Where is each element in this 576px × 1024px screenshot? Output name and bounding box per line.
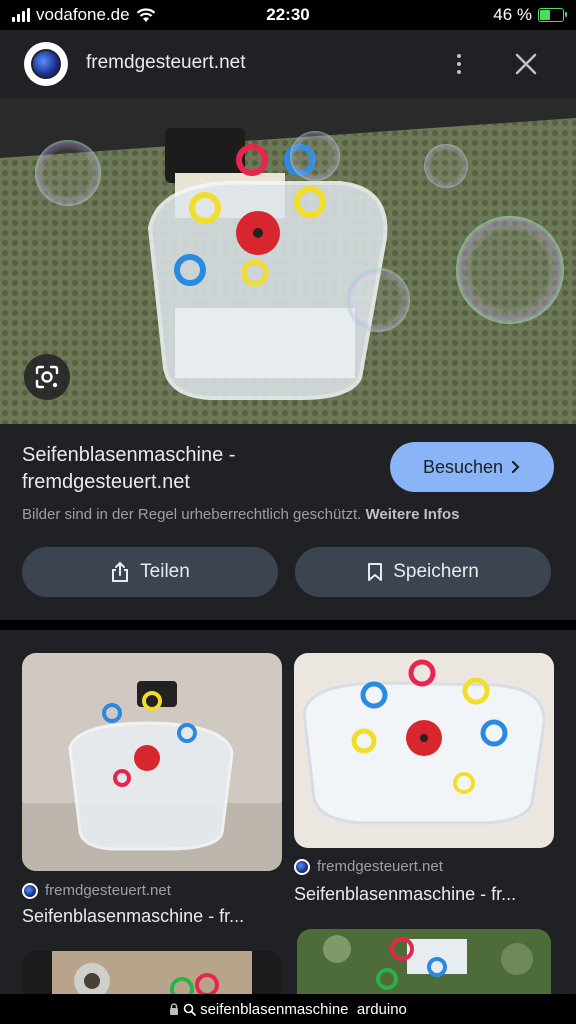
copyright-notice: Bilder sind in der Regel urheberrechtlic… xyxy=(22,506,459,523)
clock: 22:30 xyxy=(266,5,310,24)
viewer-header: fremdgesteuert.net xyxy=(0,30,576,98)
related-source-2[interactable]: fremdgesteuert.net xyxy=(294,858,443,875)
more-info-link[interactable]: Weitere Infos xyxy=(366,506,460,523)
visit-button[interactable]: Besuchen xyxy=(390,442,554,492)
close-icon[interactable] xyxy=(510,48,542,80)
bubble-machine-photo xyxy=(0,98,576,424)
share-button[interactable]: Teilen xyxy=(22,547,278,597)
related-image-1[interactable] xyxy=(22,653,282,871)
result-title[interactable]: Seifenblasenmaschine - fremdgesteuert.ne… xyxy=(22,442,362,496)
battery-percent: 46 % xyxy=(493,5,532,24)
related-image-4[interactable] xyxy=(297,929,551,994)
source-favicon-icon xyxy=(294,858,310,875)
battery-charging-icon xyxy=(538,8,567,22)
status-bar: vodafone.de 22:30 46 % xyxy=(0,0,576,30)
site-favicon[interactable] xyxy=(24,42,68,86)
visit-label: Besuchen xyxy=(422,456,504,477)
chevron-right-icon xyxy=(511,460,520,474)
share-icon xyxy=(112,561,129,582)
source-favicon-icon xyxy=(22,882,38,899)
search-icon xyxy=(183,1003,196,1016)
browser-url-bar[interactable]: seifenblasenmaschine arduino xyxy=(0,994,576,1024)
url-query: seifenblasenmaschine arduino xyxy=(200,1000,407,1018)
source-label: fremdgesteuert.net xyxy=(45,882,171,899)
related-image-2[interactable] xyxy=(294,653,554,848)
copyright-text: Bilder sind in der Regel urheberrechtlic… xyxy=(22,506,362,523)
related-image-3[interactable] xyxy=(22,951,282,994)
preview-image[interactable] xyxy=(0,98,576,424)
related-title-1[interactable]: Seifenblasenmaschine - fr... xyxy=(22,906,244,927)
lock-icon xyxy=(170,1002,179,1015)
share-label: Teilen xyxy=(140,561,190,582)
site-name[interactable]: fremdgesteuert.net xyxy=(86,52,245,74)
more-vertical-icon[interactable] xyxy=(448,48,470,80)
section-divider xyxy=(0,620,576,630)
result-info-panel: Seifenblasenmaschine - fremdgesteuert.ne… xyxy=(0,424,576,620)
save-button[interactable]: Speichern xyxy=(295,547,551,597)
google-lens-icon[interactable] xyxy=(24,354,70,400)
related-source-1[interactable]: fremdgesteuert.net xyxy=(22,882,171,899)
bookmark-icon xyxy=(368,563,383,581)
related-results-grid: fremdgesteuert.net Seifenblasenmaschine … xyxy=(0,630,576,994)
save-label: Speichern xyxy=(393,561,479,582)
source-label: fremdgesteuert.net xyxy=(317,858,443,875)
related-title-2[interactable]: Seifenblasenmaschine - fr... xyxy=(294,884,516,905)
